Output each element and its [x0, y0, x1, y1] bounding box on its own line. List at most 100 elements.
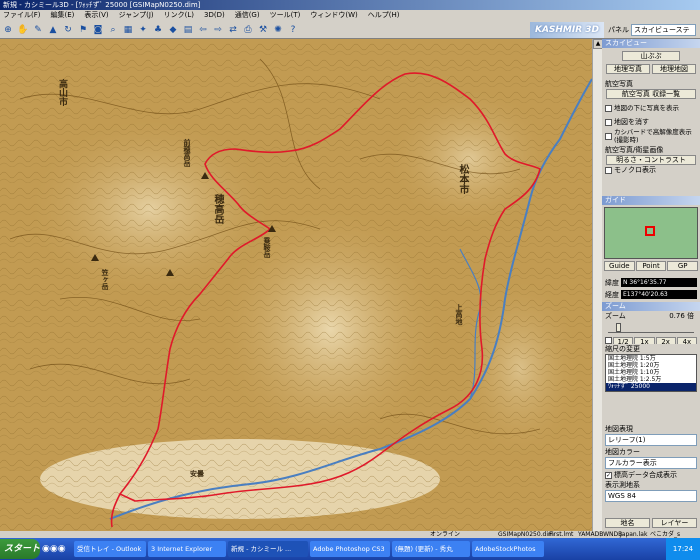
menu-3d[interactable]: 3D(D): [204, 10, 225, 21]
tool-icon[interactable]: ⚒: [257, 24, 269, 36]
scale-item[interactable]: 国土地理院 1:10万: [606, 369, 696, 376]
panel-select[interactable]: スカイビューステ: [631, 24, 696, 36]
topographic-map[interactable]: 高山市 松本市 穂高岳 乗鞍岳 笠ヶ岳 前穂高岳 安曇 上高地: [0, 39, 592, 531]
quicklaunch-icon[interactable]: ◉◉◉: [42, 544, 72, 554]
zoom-slider-thumb[interactable]: [616, 323, 621, 332]
lon-field: E137°40'20.63: [621, 290, 697, 299]
map-button[interactable]: 地理地図: [652, 64, 696, 74]
tab-gp[interactable]: GP: [667, 261, 699, 271]
datum-header: 表示測地系: [605, 481, 640, 489]
hide-map-checkbox[interactable]: [605, 118, 612, 126]
back-icon[interactable]: ⇦: [197, 24, 209, 36]
task-kashmir[interactable]: 新規 - カシミール ...: [228, 541, 308, 557]
tab-point[interactable]: Point: [635, 261, 667, 271]
swap-icon[interactable]: ⇄: [227, 24, 239, 36]
status-online: オンライン: [430, 531, 461, 538]
scale-header: 縮尺の変更: [605, 345, 640, 353]
menu-tools[interactable]: ツール(T): [270, 10, 301, 21]
start-button[interactable]: スタート: [0, 539, 40, 559]
layer-icon[interactable]: ▤: [182, 24, 194, 36]
map-label-norikura: 乗鞍岳: [263, 237, 271, 258]
people-icon[interactable]: ♣: [152, 24, 164, 36]
map-vertical-scrollbar[interactable]: ▲: [592, 39, 603, 531]
flag-icon[interactable]: ⚑: [77, 24, 89, 36]
skyview-button[interactable]: 山ぷぷ: [622, 51, 680, 61]
taskbar: スタート ◉◉◉ 受信トレイ - Outlook 3 Internet Expl…: [0, 538, 700, 560]
scale-item[interactable]: 国土地理院 1:20万: [606, 362, 696, 369]
zoom-icon[interactable]: ⌕: [107, 24, 119, 36]
zoom-slider[interactable]: [608, 323, 694, 333]
hand-icon[interactable]: ✋: [17, 24, 29, 36]
panel-selector: パネル スカイビューステ: [606, 22, 700, 38]
mono-label: モノクロ表示: [614, 166, 656, 174]
zoom-lock-checkbox[interactable]: [605, 337, 612, 344]
help-icon[interactable]: ?: [287, 24, 299, 36]
clock: 17:24: [666, 538, 700, 560]
lat-label: 緯度: [605, 279, 619, 287]
menu-window[interactable]: ウィンドウ(W): [310, 10, 357, 21]
tab-placename[interactable]: 地名: [605, 518, 650, 528]
map-label-takayama: 高山市: [57, 79, 67, 106]
rotate-icon[interactable]: ↻: [62, 24, 74, 36]
tab-guide[interactable]: Guide: [604, 261, 635, 271]
color-select[interactable]: フルカラー表示: [605, 457, 697, 469]
task-stockphotos[interactable]: AdobeStockPhotos: [472, 541, 544, 557]
status-db: YAMADBWNDB: [578, 531, 623, 538]
scale-section: 縮尺の変更 国土地理院 1:5万 国土地理院 1:20万 国土地理院 1:10万…: [602, 344, 700, 422]
photo-button[interactable]: 地理写真: [606, 64, 650, 74]
hires-checkbox[interactable]: [605, 132, 612, 140]
layer-select[interactable]: レリーフ(1): [605, 434, 697, 446]
mono-checkbox[interactable]: [605, 166, 612, 174]
scale-item-selected[interactable]: ﾜｫｯﾁずﾞ 25000: [606, 383, 696, 391]
zoom-label: ズーム: [605, 312, 626, 320]
menu-view[interactable]: 表示(V): [84, 10, 108, 21]
tab-layer[interactable]: レイヤー: [652, 518, 697, 528]
zoom-value: 0.76 倍: [669, 312, 694, 320]
forward-icon[interactable]: ⇨: [212, 24, 224, 36]
mountain-icon[interactable]: ▲: [47, 24, 59, 36]
bulb-icon[interactable]: ✺: [272, 24, 284, 36]
aerial-list-button[interactable]: 航空写真 収録一覧: [606, 89, 696, 99]
map-canvas: [0, 39, 592, 531]
camera-icon[interactable]: ◙: [92, 24, 104, 36]
under-photo-checkbox[interactable]: [605, 104, 612, 112]
menu-file[interactable]: ファイル(F): [3, 10, 41, 21]
menu-help[interactable]: ヘルプ(H): [368, 10, 400, 21]
map-label-matsumoto: 松本市: [457, 164, 468, 194]
scale-list[interactable]: 国土地理院 1:5万 国土地理院 1:20万 国土地理院 1:10万 国土地理院…: [605, 354, 697, 392]
under-photo-label: 地図の下に写真を表示: [614, 104, 679, 112]
scale-item[interactable]: 国土地理院 1:2.5万: [606, 376, 696, 383]
task-outlook[interactable]: 受信トレイ - Outlook: [74, 541, 146, 557]
display-section: 地図表現 レリーフ(1) 地図カラー フルカラー表示 ✓ 標高データ合成表示 表示…: [602, 424, 700, 509]
map-label-kamikochi: 上高地: [455, 304, 463, 325]
side-panel: スカイビュー 山ぷぷ 地理写真 地理地図 航空写真 航空写真 収録一覧 地図の下…: [602, 39, 700, 531]
target-icon[interactable]: ⊕: [2, 24, 14, 36]
map-label-maehotaka: 前穂高岳: [183, 139, 191, 167]
bottom-tabs: 地名 レイヤー: [602, 517, 700, 531]
status-lmt: First.lmt: [549, 531, 574, 538]
skyview-header: スカイビュー: [602, 39, 700, 48]
minimap-viewport[interactable]: [645, 226, 655, 236]
task-photoshop[interactable]: Adobe Photoshop CS3: [310, 541, 390, 557]
guide-minimap[interactable]: [604, 207, 698, 259]
route-icon[interactable]: ✦: [137, 24, 149, 36]
menu-comm[interactable]: 通信(G): [235, 10, 260, 21]
status-extra: べこカダ_s: [650, 531, 681, 538]
status-lak: Japan.lak: [620, 531, 648, 538]
scale-item[interactable]: 国土地理院 1:5万: [606, 355, 696, 362]
menu-edit[interactable]: 編集(E): [51, 10, 75, 21]
marker-icon[interactable]: ◆: [167, 24, 179, 36]
map-label-kasagatake: 笠ヶ岳: [101, 269, 109, 290]
grid-icon[interactable]: ▦: [122, 24, 134, 36]
task-ie[interactable]: 3 Internet Explorer: [148, 541, 226, 557]
lat-field: N 36°16'35.77: [621, 278, 697, 287]
elevation-checkbox[interactable]: ✓: [605, 471, 612, 479]
pen-icon[interactable]: ✎: [32, 24, 44, 36]
menu-link[interactable]: リンク(L): [164, 10, 194, 21]
contrast-button[interactable]: 明るさ・コントラスト: [606, 155, 696, 165]
datum-select[interactable]: WGS 84: [605, 490, 697, 502]
task-hidemaru[interactable]: (無題) (更新) - 秀丸: [392, 541, 470, 557]
status-mapfile: GSIMapN0250.dim: [498, 531, 554, 538]
menu-jump[interactable]: ジャンプ(J): [119, 10, 154, 21]
print-icon[interactable]: ⎙: [242, 24, 254, 36]
